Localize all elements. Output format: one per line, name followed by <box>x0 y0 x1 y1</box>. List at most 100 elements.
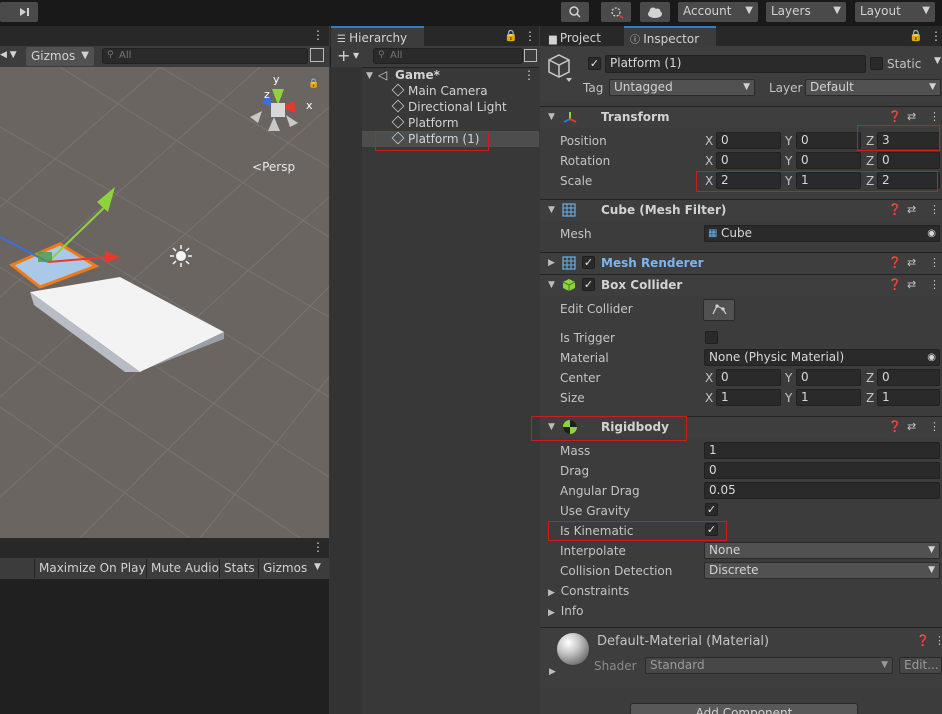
shading-dropdown[interactable]: ◀ ▼ <box>0 47 24 65</box>
layer-dropdown[interactable]: Default ▼ <box>805 79 941 96</box>
preset-icon[interactable]: ⇄ <box>907 203 916 216</box>
cloud-button[interactable] <box>640 2 670 22</box>
tab-hierarchy[interactable]: ☰ Hierarchy <box>331 26 424 46</box>
expand-triangle-icon[interactable]: ▶ <box>549 667 556 677</box>
help-icon[interactable]: ❓ <box>888 110 902 123</box>
active-checkbox[interactable]: ✓ <box>588 57 601 70</box>
more-icon[interactable]: ⋮ <box>929 110 940 123</box>
size-x-field[interactable]: 1 <box>716 389 781 406</box>
scene-search-input[interactable]: ⚲ All <box>102 48 308 64</box>
more-icon[interactable]: ⋮ <box>524 29 536 43</box>
position-x-field[interactable]: 0 <box>716 132 781 149</box>
orientation-gizmo[interactable]: y x z 🔒 <box>244 73 320 155</box>
more-icon[interactable]: ⋮ <box>930 29 942 43</box>
object-picker-icon[interactable]: ◉ <box>927 350 936 365</box>
scene-root-item[interactable]: ▼ ◁ Game* ⋮ <box>364 68 539 84</box>
search-button[interactable] <box>561 2 589 22</box>
is-trigger-checkbox[interactable] <box>705 331 718 344</box>
lock-icon[interactable]: 🔒 <box>909 29 923 42</box>
mass-field[interactable]: 1 <box>704 442 940 459</box>
more-icon[interactable]: ⋮ <box>929 278 940 291</box>
help-icon[interactable]: ❓ <box>888 256 902 269</box>
stats-button[interactable]: Stats <box>219 559 259 578</box>
preset-icon[interactable]: ⇄ <box>907 420 916 433</box>
more-icon[interactable]: ⋮ <box>312 28 324 42</box>
static-checkbox[interactable] <box>870 57 883 70</box>
rotation-y-field[interactable]: 0 <box>796 152 861 169</box>
box-collider-enabled-checkbox[interactable]: ✓ <box>582 278 595 291</box>
info-foldout[interactable]: ▶ Info <box>548 604 583 620</box>
size-y-field[interactable]: 1 <box>796 389 861 406</box>
expand-triangle-icon[interactable]: ▼ <box>366 71 373 81</box>
collapse-triangle-icon[interactable]: ▼ <box>548 280 555 290</box>
constraints-foldout[interactable]: ▶ Constraints <box>548 584 629 600</box>
angular-drag-field[interactable]: 0.05 <box>704 482 940 499</box>
layout-dropdown[interactable]: Layout ▼ <box>855 2 935 22</box>
game-gizmos-button[interactable]: Gizmos <box>258 559 311 578</box>
tab-project[interactable]: ▆ Project <box>543 26 621 46</box>
scene-search-options-icon[interactable] <box>310 48 324 62</box>
gameobject-cube-icon[interactable] <box>546 52 572 82</box>
shader-dropdown[interactable]: Standard ▼ <box>645 657 893 674</box>
collision-detection-dropdown[interactable]: Discrete ▼ <box>704 562 940 579</box>
center-z-field[interactable]: 0 <box>877 369 940 386</box>
size-z-field[interactable]: 1 <box>877 389 940 406</box>
expand-triangle-icon[interactable]: ▶ <box>548 608 555 618</box>
use-gravity-checkbox[interactable]: ✓ <box>705 503 718 516</box>
mesh-field[interactable]: ▦ Cube ◉ <box>704 225 940 242</box>
more-icon[interactable]: ⋮ <box>929 203 940 216</box>
more-icon[interactable]: ⋮ <box>929 256 940 269</box>
more-icon[interactable]: ⋮ <box>934 634 942 647</box>
account-dropdown[interactable]: Account ▼ <box>678 2 758 22</box>
mesh-renderer-enabled-checkbox[interactable]: ✓ <box>582 256 595 269</box>
step-button[interactable] <box>0 2 38 22</box>
position-y-field[interactable]: 0 <box>796 132 861 149</box>
center-y-field[interactable]: 0 <box>796 369 861 386</box>
rotation-x-field[interactable]: 0 <box>716 152 781 169</box>
persp-label[interactable]: <Persp <box>252 160 295 174</box>
hierarchy-item[interactable]: Platform <box>391 115 459 132</box>
chevron-down-icon[interactable]: ▼ <box>314 562 321 572</box>
help-icon[interactable]: ❓ <box>888 420 902 433</box>
mute-audio-button[interactable]: Mute Audio <box>146 559 223 578</box>
physic-material-field[interactable]: None (Physic Material) ◉ <box>704 349 940 366</box>
hierarchy-search-options-icon[interactable] <box>524 49 537 62</box>
help-icon[interactable]: ❓ <box>888 278 902 291</box>
chevron-down-icon[interactable]: ▼ <box>934 56 941 66</box>
layers-dropdown[interactable]: Layers ▼ <box>766 2 846 22</box>
edit-collider-button[interactable] <box>703 299 735 321</box>
collab-button[interactable] <box>601 2 631 22</box>
more-icon[interactable]: ⋮ <box>523 68 535 82</box>
drag-field[interactable]: 0 <box>704 462 940 479</box>
collapse-triangle-icon[interactable]: ▼ <box>548 112 555 122</box>
preset-icon[interactable]: ⇄ <box>907 110 916 123</box>
help-icon[interactable]: ❓ <box>888 203 902 216</box>
directional-light-icon[interactable] <box>170 245 192 267</box>
hierarchy-item[interactable]: Directional Light <box>391 99 507 116</box>
add-component-button[interactable]: Add Component <box>630 703 858 714</box>
add-icon[interactable]: + <box>337 46 350 65</box>
interpolate-dropdown[interactable]: None ▼ <box>704 542 940 559</box>
expand-triangle-icon[interactable]: ▶ <box>548 588 555 598</box>
chevron-down-icon[interactable]: ▼ <box>353 51 359 60</box>
object-name-field[interactable]: Platform (1) <box>605 55 866 73</box>
hierarchy-search-input[interactable]: ⚲ All <box>373 48 523 64</box>
tag-dropdown[interactable]: Untagged ▼ <box>609 79 755 96</box>
mesh-renderer-header[interactable]: ▶ ✓ Mesh Renderer ❓ ⇄ ⋮ <box>540 252 942 274</box>
more-icon[interactable]: ⋮ <box>929 420 940 433</box>
mesh-filter-header[interactable]: ▼ Cube (Mesh Filter) ❓ ⇄ ⋮ <box>540 199 942 221</box>
lock-icon[interactable]: 🔒 <box>308 79 319 89</box>
tab-inspector[interactable]: ⓘ Inspector <box>624 26 716 46</box>
game-viewport[interactable] <box>0 580 329 714</box>
preset-icon[interactable]: ⇄ <box>907 278 916 291</box>
hierarchy-item[interactable]: Main Camera <box>391 83 488 100</box>
more-icon[interactable]: ⋮ <box>312 540 324 554</box>
shader-edit-button[interactable]: Edit... <box>899 657 942 674</box>
scene-viewport[interactable]: y x z 🔒 <Persp <box>0 67 329 538</box>
preset-icon[interactable]: ⇄ <box>907 256 916 269</box>
expand-triangle-icon[interactable]: ▶ <box>548 258 555 268</box>
rotation-z-field[interactable]: 0 <box>877 152 940 169</box>
help-icon[interactable]: ❓ <box>916 634 930 647</box>
lock-icon[interactable]: 🔒 <box>504 29 518 42</box>
center-x-field[interactable]: 0 <box>716 369 781 386</box>
